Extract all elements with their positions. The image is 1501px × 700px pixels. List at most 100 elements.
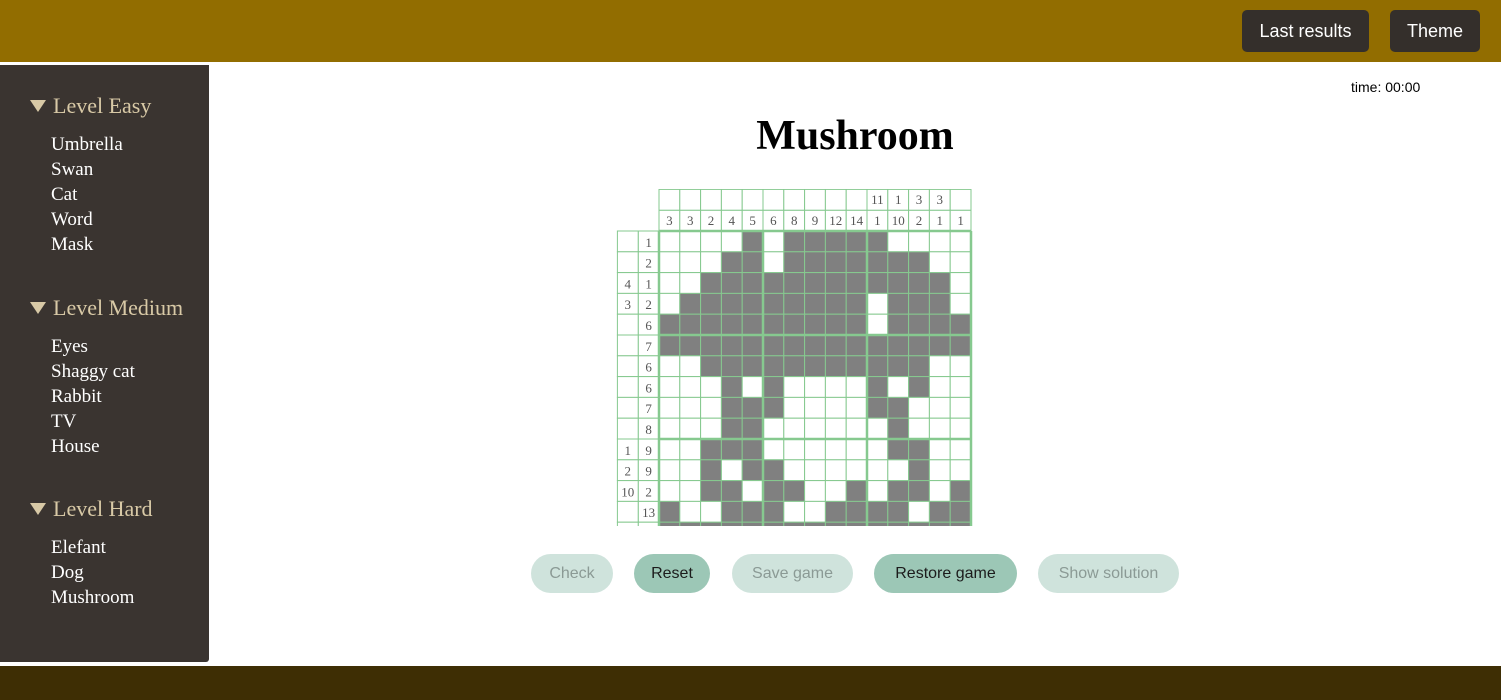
empty-cell[interactable] — [762, 417, 785, 440]
filled-cell[interactable] — [887, 480, 910, 502]
filled-cell[interactable] — [845, 334, 868, 357]
filled-cell[interactable] — [720, 438, 743, 461]
filled-cell[interactable] — [720, 396, 743, 419]
empty-cell[interactable] — [949, 251, 972, 274]
empty-cell[interactable] — [679, 396, 702, 419]
empty-cell[interactable] — [845, 417, 868, 440]
filled-cell[interactable] — [783, 313, 806, 336]
filled-cell[interactable] — [866, 272, 889, 294]
puzzle-link-shaggy-cat[interactable]: Shaggy cat — [51, 359, 135, 384]
puzzle-link-cat[interactable]: Cat — [51, 182, 123, 207]
empty-cell[interactable] — [700, 376, 722, 398]
filled-cell[interactable] — [741, 355, 764, 378]
empty-cell[interactable] — [658, 459, 681, 482]
filled-cell[interactable] — [700, 355, 722, 378]
empty-cell[interactable] — [866, 480, 889, 502]
filled-cell[interactable] — [700, 272, 722, 294]
filled-cell[interactable] — [679, 334, 702, 357]
filled-cell[interactable] — [783, 521, 806, 526]
filled-cell[interactable] — [804, 355, 826, 378]
empty-cell[interactable] — [658, 355, 681, 378]
empty-cell[interactable] — [949, 417, 972, 440]
filled-cell[interactable] — [804, 334, 826, 357]
puzzle-link-elefant[interactable]: Elefant — [51, 535, 134, 560]
empty-cell[interactable] — [679, 251, 702, 274]
empty-cell[interactable] — [866, 313, 889, 336]
filled-cell[interactable] — [762, 292, 785, 315]
save-game-button[interactable]: Save game — [732, 554, 853, 593]
filled-cell[interactable] — [824, 230, 847, 253]
filled-cell[interactable] — [845, 500, 868, 523]
filled-cell[interactable] — [700, 438, 722, 461]
empty-cell[interactable] — [845, 438, 868, 461]
filled-cell[interactable] — [908, 459, 930, 482]
filled-cell[interactable] — [804, 230, 826, 253]
empty-cell[interactable] — [700, 396, 722, 419]
filled-cell[interactable] — [908, 292, 930, 315]
filled-cell[interactable] — [928, 292, 951, 315]
empty-cell[interactable] — [887, 230, 910, 253]
empty-cell[interactable] — [824, 396, 847, 419]
level-toggle-easy[interactable]: Level Easy — [30, 92, 151, 120]
filled-cell[interactable] — [804, 251, 826, 274]
filled-cell[interactable] — [887, 500, 910, 523]
filled-cell[interactable] — [679, 521, 702, 526]
empty-cell[interactable] — [908, 417, 930, 440]
filled-cell[interactable] — [866, 521, 889, 526]
empty-cell[interactable] — [866, 417, 889, 440]
check-button[interactable]: Check — [531, 554, 613, 593]
filled-cell[interactable] — [887, 251, 910, 274]
empty-cell[interactable] — [824, 459, 847, 482]
filled-cell[interactable] — [908, 438, 930, 461]
filled-cell[interactable] — [700, 521, 722, 526]
empty-cell[interactable] — [908, 396, 930, 419]
empty-cell[interactable] — [887, 376, 910, 398]
empty-cell[interactable] — [845, 459, 868, 482]
puzzle-link-mask[interactable]: Mask — [51, 232, 123, 257]
filled-cell[interactable] — [887, 272, 910, 294]
filled-cell[interactable] — [928, 272, 951, 294]
empty-cell[interactable] — [658, 417, 681, 440]
filled-cell[interactable] — [845, 521, 868, 526]
puzzle-link-house[interactable]: House — [51, 434, 135, 459]
filled-cell[interactable] — [762, 355, 785, 378]
filled-cell[interactable] — [824, 292, 847, 315]
empty-cell[interactable] — [679, 272, 702, 294]
empty-cell[interactable] — [741, 480, 764, 502]
empty-cell[interactable] — [700, 500, 722, 523]
filled-cell[interactable] — [845, 355, 868, 378]
filled-cell[interactable] — [866, 396, 889, 419]
empty-cell[interactable] — [949, 438, 972, 461]
empty-cell[interactable] — [804, 438, 826, 461]
filled-cell[interactable] — [866, 500, 889, 523]
filled-cell[interactable] — [741, 417, 764, 440]
empty-cell[interactable] — [949, 396, 972, 419]
filled-cell[interactable] — [824, 521, 847, 526]
empty-cell[interactable] — [658, 292, 681, 315]
filled-cell[interactable] — [949, 480, 972, 502]
filled-cell[interactable] — [762, 480, 785, 502]
filled-cell[interactable] — [720, 355, 743, 378]
filled-cell[interactable] — [783, 292, 806, 315]
puzzle-link-umbrella[interactable]: Umbrella — [51, 132, 123, 157]
filled-cell[interactable] — [908, 272, 930, 294]
filled-cell[interactable] — [700, 459, 722, 482]
puzzle-link-mushroom[interactable]: Mushroom — [51, 585, 134, 610]
filled-cell[interactable] — [908, 251, 930, 274]
filled-cell[interactable] — [762, 272, 785, 294]
empty-cell[interactable] — [866, 438, 889, 461]
filled-cell[interactable] — [908, 355, 930, 378]
empty-cell[interactable] — [804, 480, 826, 502]
empty-cell[interactable] — [824, 417, 847, 440]
filled-cell[interactable] — [741, 313, 764, 336]
filled-cell[interactable] — [762, 396, 785, 419]
empty-cell[interactable] — [783, 500, 806, 523]
filled-cell[interactable] — [928, 334, 951, 357]
theme-button[interactable]: Theme — [1390, 10, 1480, 52]
filled-cell[interactable] — [741, 230, 764, 253]
filled-cell[interactable] — [783, 272, 806, 294]
filled-cell[interactable] — [824, 313, 847, 336]
filled-cell[interactable] — [824, 355, 847, 378]
filled-cell[interactable] — [887, 355, 910, 378]
filled-cell[interactable] — [700, 313, 722, 336]
